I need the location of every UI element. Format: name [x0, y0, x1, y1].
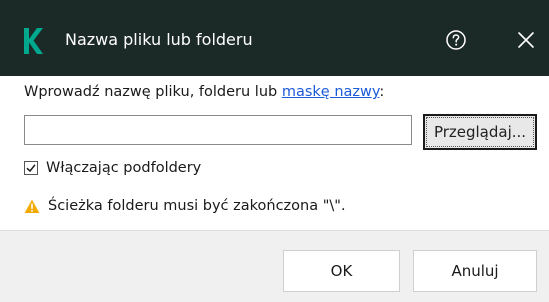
- include-subfolders-label: Włączając podfoldery: [46, 160, 202, 176]
- prompt-colon: :: [379, 84, 385, 100]
- folder-path-warning: Ścieżka folderu musi być zakończona "\".: [24, 196, 346, 216]
- close-icon[interactable]: [515, 29, 537, 51]
- name-prompt: Wprowadź nazwę pliku, folderu lub maskę …: [24, 83, 384, 101]
- ok-button[interactable]: OK: [283, 250, 400, 292]
- prompt-text: Wprowadź nazwę pliku, folderu lub: [24, 84, 282, 100]
- dialog-title: Nazwa pliku lub folderu: [65, 30, 253, 49]
- include-subfolders-option[interactable]: Włączając podfoldery: [24, 158, 201, 178]
- name-mask-link[interactable]: maskę nazwy: [282, 84, 380, 100]
- checkmark-icon: [26, 164, 36, 173]
- kaspersky-logo-icon: [24, 28, 43, 54]
- help-icon[interactable]: [444, 28, 468, 52]
- warning-message: Ścieżka folderu musi być zakończona "\".: [48, 198, 346, 214]
- include-subfolders-checkbox[interactable]: [24, 161, 38, 175]
- dialog-titlebar: Nazwa pliku lub folderu: [0, 0, 549, 76]
- file-or-folder-name-dialog: Nazwa pliku lub folderu Wprowadź nazwę p…: [0, 0, 549, 302]
- file-name-input[interactable]: [24, 115, 412, 145]
- warning-icon: [24, 199, 40, 213]
- cancel-button[interactable]: Anuluj: [413, 250, 537, 292]
- browse-button[interactable]: Przeglądaj...: [423, 114, 537, 150]
